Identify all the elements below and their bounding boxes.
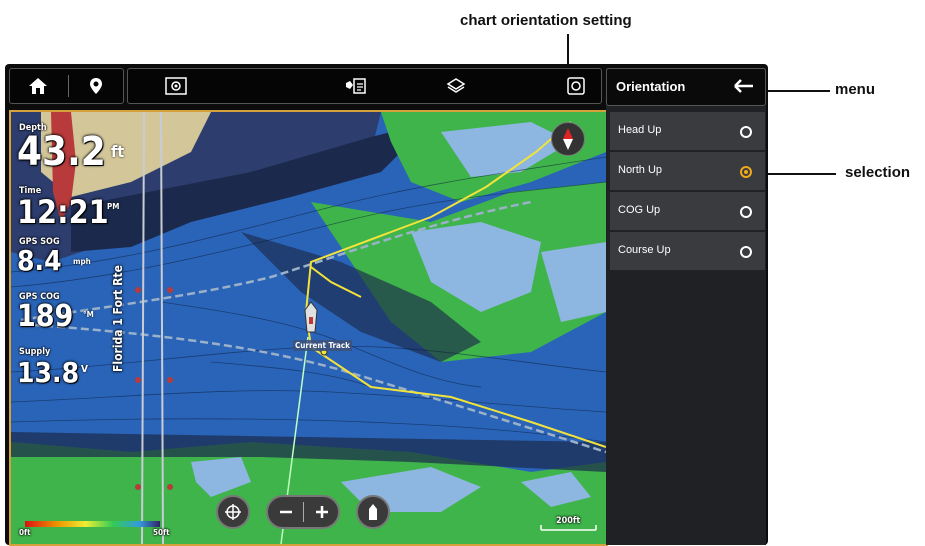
waypoint-button[interactable] — [70, 69, 122, 103]
callout-selection: selection — [845, 164, 911, 181]
callout-menu: menu — [835, 81, 876, 98]
option-course-up[interactable]: Course Up — [610, 232, 765, 271]
toolbar-left-group — [9, 68, 124, 104]
sog-unit: mph — [73, 257, 91, 266]
sog-value: 8.4 — [17, 244, 62, 277]
home-icon — [29, 78, 47, 94]
compass-button[interactable] — [551, 122, 585, 156]
chart-map — [11, 112, 606, 544]
plus-icon — [315, 506, 328, 518]
boat-view-button[interactable] — [356, 495, 390, 529]
option-label: Course Up — [618, 244, 671, 256]
toolbar-divider — [68, 75, 69, 97]
orientation-menu: Orientation Head Up North Up COG Up Cour… — [606, 68, 766, 545]
supply-value: 13.8 — [17, 356, 80, 389]
home-button[interactable] — [10, 69, 66, 103]
zoom-out-button[interactable] — [268, 497, 303, 527]
radio-unselected[interactable] — [740, 126, 752, 138]
device-screen: 0ft 50ft 200ft Current Track Florida 1 F… — [5, 64, 768, 546]
chart-view[interactable]: 0ft 50ft 200ft Current Track Florida 1 F… — [9, 110, 608, 546]
time-unit: PM — [107, 202, 120, 211]
depth-unit: ft — [111, 142, 125, 161]
radar-settings-icon — [164, 77, 187, 95]
zoom-control — [266, 495, 340, 529]
depth-scale-max: 50ft — [153, 528, 170, 537]
cursor-button[interactable] — [216, 495, 250, 529]
boat-icon — [369, 504, 377, 520]
time-value: 12:21 — [17, 193, 109, 231]
callout-line-selection — [758, 173, 836, 175]
chart-settings-icon — [566, 77, 585, 95]
menu-title: Orientation — [616, 79, 686, 94]
option-head-up[interactable]: Head Up — [610, 112, 765, 151]
zoom-in-button[interactable] — [304, 497, 339, 527]
option-cog-up[interactable]: COG Up — [610, 192, 765, 231]
radio-selected[interactable] — [740, 166, 752, 178]
compass-icon — [563, 128, 573, 150]
depth-scale-min: 0ft — [19, 528, 31, 537]
minus-icon — [279, 510, 292, 514]
back-arrow-icon — [734, 79, 753, 93]
option-north-up[interactable]: North Up — [610, 152, 765, 191]
toolbar-main-group — [127, 68, 602, 104]
cog-unit: °M — [83, 310, 94, 319]
layers-icon — [446, 78, 465, 93]
radio-unselected[interactable] — [740, 206, 752, 218]
option-label: COG Up — [618, 204, 661, 216]
route-label: Florida 1 Fort Rte — [111, 265, 125, 372]
callout-line-menu — [760, 90, 830, 92]
option-label: Head Up — [618, 124, 662, 136]
option-label: North Up — [618, 164, 663, 176]
distance-scale-label: 200ft — [556, 516, 581, 526]
depth-value: 43.2 — [17, 129, 106, 175]
fish-id-icon — [345, 78, 366, 94]
radio-unselected[interactable] — [740, 246, 752, 258]
current-track-label: Current Track — [293, 340, 352, 351]
menu-header: Orientation — [606, 68, 766, 106]
fish-id-button[interactable] — [333, 69, 378, 103]
radar-settings-button[interactable] — [153, 69, 198, 103]
layers-button[interactable] — [433, 69, 478, 103]
cog-value: 189 — [17, 299, 74, 334]
waypoint-pin-icon — [90, 78, 102, 94]
back-button[interactable] — [733, 77, 755, 99]
callout-chart-orientation: chart orientation setting — [460, 12, 632, 29]
supply-unit: V — [81, 364, 88, 375]
chart-settings-button[interactable] — [553, 69, 598, 103]
crosshair-icon — [225, 504, 241, 520]
